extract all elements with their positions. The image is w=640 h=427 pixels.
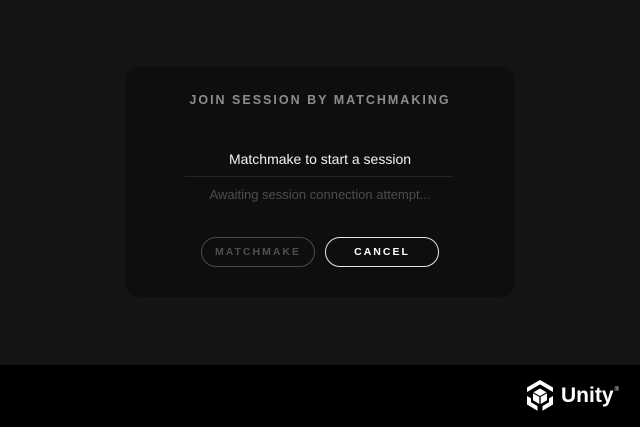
unity-cube-icon bbox=[527, 380, 553, 411]
unity-logo: Unity ® bbox=[524, 379, 619, 413]
dialog-prompt: Matchmake to start a session bbox=[228, 151, 412, 167]
brand-name: Unity bbox=[561, 384, 614, 407]
cancel-button[interactable]: CANCEL bbox=[325, 237, 439, 267]
connection-status: Awaiting session connection attempt... bbox=[209, 187, 431, 202]
matchmaking-dialog: JOIN SESSION BY MATCHMAKING Matchmake to… bbox=[125, 67, 515, 297]
dialog-title: JOIN SESSION BY MATCHMAKING bbox=[189, 93, 451, 107]
divider bbox=[185, 176, 453, 177]
trademark-symbol: ® bbox=[614, 387, 619, 393]
matchmake-button[interactable]: MATCHMAKE bbox=[201, 237, 315, 267]
